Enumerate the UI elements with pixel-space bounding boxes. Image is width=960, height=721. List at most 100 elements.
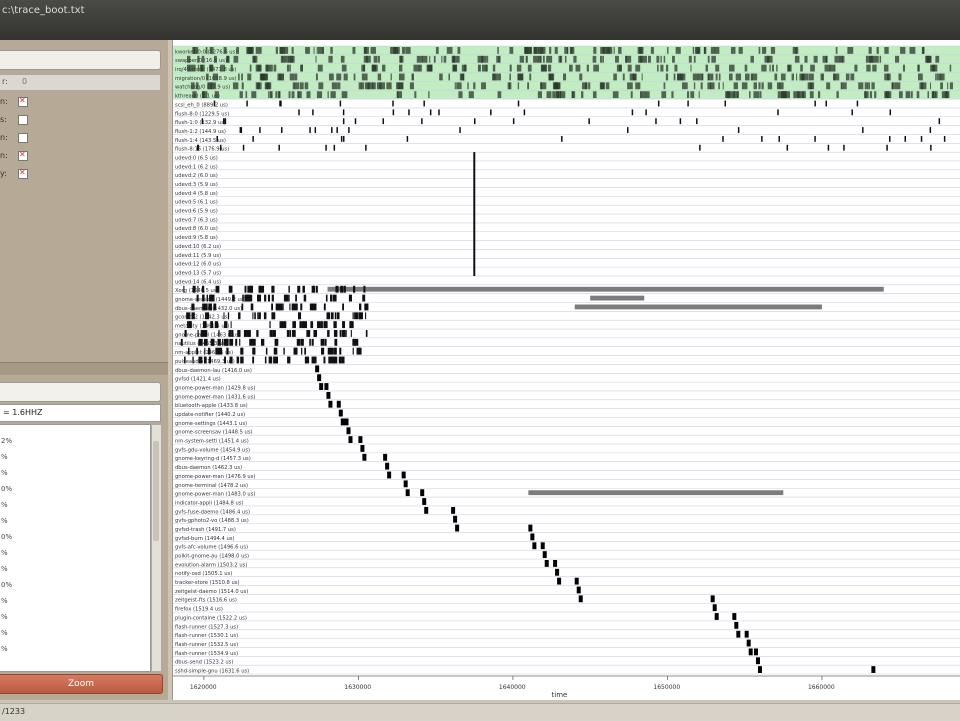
event-mark <box>940 82 943 90</box>
event-mark <box>874 55 879 63</box>
process-label: udevd:14 (6.4 us) <box>175 279 221 285</box>
option-row[interactable]: n: <box>0 94 165 110</box>
option-row[interactable]: y: <box>0 166 165 182</box>
list-item[interactable]: % <box>1 517 8 525</box>
event-mark <box>218 330 220 337</box>
list-item[interactable]: % <box>1 501 8 509</box>
event-mark <box>411 73 414 81</box>
event-mark <box>707 55 710 63</box>
event-mark <box>328 73 334 81</box>
cpu-list[interactable]: 2%%% 0%%% 0%%% 0%%%%% <box>0 424 151 672</box>
list-item[interactable]: % <box>1 613 8 621</box>
pane-splitter[interactable] <box>0 362 168 375</box>
list-item[interactable]: 0% <box>1 485 12 493</box>
trace-plot[interactable]: kworker/0:0 (1276.6 us)swapper/0 (16.8 u… <box>173 40 960 700</box>
event-mark <box>527 82 530 90</box>
option-checkbox[interactable] <box>18 133 28 143</box>
event-mark <box>665 73 669 81</box>
event-mark <box>468 91 474 99</box>
event-mark <box>397 82 404 90</box>
list-scrollbar[interactable] <box>151 424 162 672</box>
process-label: udevd:5 (6.1 us) <box>175 200 218 206</box>
event-mark <box>213 100 216 107</box>
event-mark <box>497 73 501 81</box>
event-mark <box>744 630 749 638</box>
event-mark <box>295 294 297 302</box>
option-checkbox[interactable] <box>18 96 28 107</box>
event-mark <box>561 135 563 142</box>
list-item[interactable]: % <box>1 565 8 573</box>
event-mark <box>335 285 339 293</box>
event-mark <box>729 64 731 72</box>
list-item[interactable]: 0% <box>1 533 12 541</box>
event-mark <box>777 109 779 116</box>
event-mark <box>252 356 255 364</box>
trace-chart[interactable]: kworker/0:0 (1276.6 us) swapper/0 (16.8 u… <box>172 40 960 700</box>
event-mark <box>339 347 342 355</box>
event-mark <box>682 82 688 90</box>
process-label: udevd:1 (6.2 us) <box>175 164 218 170</box>
option-checkbox[interactable] <box>18 168 28 179</box>
event-mark <box>365 312 367 320</box>
combo-select[interactable]: r: 0 <box>0 74 161 91</box>
list-item[interactable]: % <box>1 549 8 557</box>
event-mark <box>710 47 716 54</box>
list-item[interactable]: 0% <box>1 581 12 589</box>
list-item[interactable]: % <box>1 645 8 653</box>
event-mark <box>528 524 533 532</box>
zoom-button[interactable]: Zoom <box>0 674 163 694</box>
option-checkbox[interactable] <box>18 115 28 125</box>
event-mark <box>803 73 809 81</box>
event-mark <box>265 347 268 355</box>
list-item[interactable]: % <box>1 629 8 637</box>
event-mark <box>575 64 581 72</box>
event-mark <box>336 73 342 81</box>
event-mark <box>529 73 532 81</box>
filter-input[interactable] <box>0 50 161 70</box>
option-row[interactable]: s: <box>0 112 165 128</box>
event-mark <box>324 383 329 390</box>
event-mark <box>325 144 327 151</box>
event-mark <box>224 356 226 364</box>
option-checkbox[interactable] <box>18 150 28 161</box>
event-mark <box>399 55 404 63</box>
event-mark <box>627 82 633 90</box>
event-mark <box>943 135 946 142</box>
event-mark <box>935 73 937 81</box>
event-mark <box>451 506 456 514</box>
list-item[interactable]: % <box>1 597 8 605</box>
event-mark <box>207 347 211 355</box>
event-mark <box>250 294 253 302</box>
event-mark <box>737 91 739 99</box>
event-mark <box>214 91 219 99</box>
event-mark <box>360 82 364 90</box>
process-label: migration/0 (1038.9 us) <box>175 76 237 82</box>
event-mark <box>209 64 214 72</box>
event-mark <box>336 400 341 408</box>
event-mark <box>390 73 392 81</box>
option-row[interactable]: n: <box>0 130 165 146</box>
process-label: gnome-terminal (1478.2 us) <box>175 483 248 489</box>
event-mark <box>291 303 294 311</box>
list-item[interactable]: % <box>1 453 8 461</box>
event-mark <box>320 347 325 355</box>
event-mark <box>316 47 318 54</box>
event-mark <box>274 338 278 346</box>
option-row[interactable]: n: <box>0 148 165 164</box>
event-mark <box>711 55 716 63</box>
event-mark <box>527 64 532 72</box>
event-mark <box>635 64 641 72</box>
search-input[interactable] <box>0 382 161 402</box>
process-label: gnome-power-man (1483.0 us) <box>175 492 255 498</box>
event-mark <box>839 55 845 63</box>
event-mark <box>345 330 347 337</box>
event-mark <box>605 82 610 90</box>
list-item[interactable]: 2% <box>1 437 12 445</box>
event-mark <box>212 73 219 81</box>
event-mark <box>236 356 240 364</box>
scroll-thumb[interactable] <box>153 441 159 541</box>
event-mark <box>214 321 219 329</box>
list-item[interactable]: % <box>1 469 8 477</box>
event-mark <box>193 47 199 54</box>
event-mark <box>329 347 334 355</box>
